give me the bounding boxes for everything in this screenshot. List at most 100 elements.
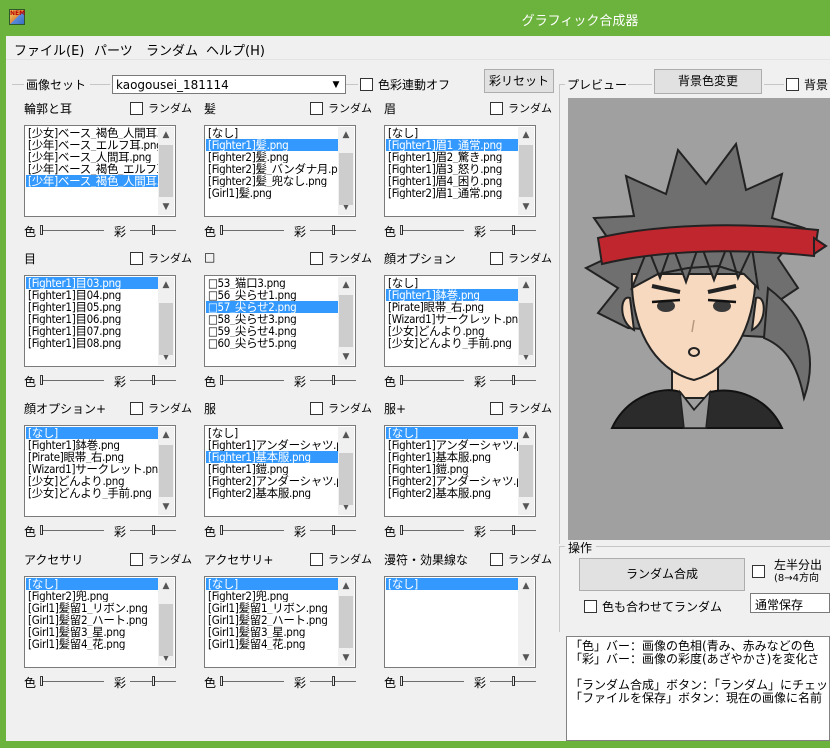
imageset-combo[interactable]: kaogousei_181114 ▼ xyxy=(112,75,346,94)
list-item[interactable]: □53_猫口3.png xyxy=(206,277,338,289)
random-checkbox[interactable] xyxy=(130,252,143,265)
color-slider-track[interactable] xyxy=(220,681,284,682)
color-slider-knob[interactable] xyxy=(40,225,43,235)
list-item[interactable]: [Fighter1]目04.png xyxy=(26,289,158,301)
color-slider-track[interactable] xyxy=(400,380,464,381)
list-item[interactable]: [Fighter1]基本服.png xyxy=(386,451,518,463)
part-listbox[interactable]: [なし] [Fighter1]眉1_通常.png [Fighter1]眉2_驚き.p… xyxy=(384,125,536,217)
color-slider-track[interactable] xyxy=(40,681,104,682)
scrollbar[interactable]: ▲ ▼ xyxy=(158,127,174,215)
part-listbox[interactable]: [なし] [Fighter2]兜.png [Girl1]髪留1_リボン.png [Gi… xyxy=(204,576,356,668)
random-compose-button[interactable]: ランダム合成 xyxy=(579,558,745,591)
menu-help[interactable]: ヘルプ(H) xyxy=(206,40,265,59)
scrollbar[interactable]: ▲ ▼ xyxy=(518,277,534,365)
chevron-up-icon[interactable]: ▲ xyxy=(158,427,174,443)
list-item[interactable]: [Girl1]髪留4_花.png xyxy=(26,638,158,650)
list-item[interactable]: [Fighter2]髪.png xyxy=(206,151,338,163)
chevron-up-icon[interactable]: ▲ xyxy=(518,127,534,143)
color-slider-knob[interactable] xyxy=(220,525,223,535)
list-item[interactable]: [Pirate]眼帯_右.png xyxy=(386,301,518,313)
list-item[interactable]: [Fighter2]兜.png xyxy=(206,590,338,602)
scrollbar[interactable]: ▲ ▼ xyxy=(338,127,354,215)
list-item[interactable]: [Fighter1]眉3_怒り.png xyxy=(386,163,518,175)
chevron-up-icon[interactable]: ▲ xyxy=(338,427,354,443)
saturation-slider-knob[interactable] xyxy=(512,525,515,535)
chevron-up-icon[interactable]: ▲ xyxy=(158,127,174,143)
chevron-down-icon[interactable]: ▼ xyxy=(518,650,534,666)
list-item[interactable]: [なし] xyxy=(206,578,338,590)
random-checkbox[interactable] xyxy=(490,402,503,415)
chevron-down-icon[interactable]: ▼ xyxy=(338,349,354,365)
list-item[interactable]: [Fighter2]基本服.png xyxy=(386,487,518,499)
menu-parts[interactable]: パーツ xyxy=(94,40,133,59)
color-slider-knob[interactable] xyxy=(400,375,403,385)
scrollbar-thumb[interactable] xyxy=(339,153,353,205)
color-slider-knob[interactable] xyxy=(400,676,403,686)
chevron-up-icon[interactable]: ▲ xyxy=(338,127,354,143)
list-item[interactable]: [少年]ベース_褐色_エルフ耳.png xyxy=(26,163,158,175)
scrollbar-thumb[interactable] xyxy=(519,445,533,497)
list-item[interactable]: [Fighter2]眉1_通常.png xyxy=(386,187,518,199)
list-item[interactable]: [なし] xyxy=(386,277,518,289)
scrollbar-thumb[interactable] xyxy=(159,604,173,656)
scrollbar[interactable]: ▲ ▼ xyxy=(518,127,534,215)
scrollbar-thumb[interactable] xyxy=(159,145,173,197)
part-listbox[interactable]: [なし] ▲ ▼ xyxy=(384,576,536,668)
list-item[interactable]: [なし] xyxy=(206,427,338,439)
random-checkbox[interactable] xyxy=(490,553,503,566)
color-slider-track[interactable] xyxy=(220,380,284,381)
list-item[interactable]: [少女]どんより_手前.png xyxy=(26,487,158,499)
list-item[interactable]: [少女]どんより.png xyxy=(26,475,158,487)
list-item[interactable]: [少年]ベース_褐色_人間耳.png xyxy=(26,175,158,187)
scrollbar[interactable]: ▲ ▼ xyxy=(338,427,354,515)
random-checkbox[interactable] xyxy=(490,102,503,115)
list-item[interactable]: [Fighter2]アンダーシャツ.png xyxy=(206,475,338,487)
list-item[interactable]: [Fighter1]髪.png xyxy=(206,139,338,151)
list-item[interactable]: [Wizard1]サークレット.png xyxy=(386,313,518,325)
list-item[interactable]: [Girl1]髪留2_ハート.png xyxy=(26,614,158,626)
list-item[interactable]: [なし] xyxy=(386,578,518,590)
list-item[interactable]: [少女]ベース_褐色_人間耳.png xyxy=(26,127,158,139)
menu-random[interactable]: ランダム xyxy=(146,40,198,59)
scrollbar-thumb[interactable] xyxy=(159,303,173,355)
list-item[interactable]: [Girl1]髪留2_ハート.png xyxy=(206,614,338,626)
part-listbox[interactable]: [Fighter1]目03.png [Fighter1]目04.png [Fight… xyxy=(24,275,176,367)
color-slider-track[interactable] xyxy=(220,530,284,531)
part-listbox[interactable]: [なし] [Fighter2]兜.png [Girl1]髪留1_リボン.png [Gi… xyxy=(24,576,176,668)
list-item[interactable]: □60_尖らせ5.png xyxy=(206,337,338,349)
list-item[interactable]: [Fighter2]基本服.png xyxy=(206,487,338,499)
scrollbar-thumb[interactable] xyxy=(159,445,173,497)
list-item[interactable]: [Girl1]髪留1_リボン.png xyxy=(26,602,158,614)
list-item[interactable]: □59_尖らせ4.png xyxy=(206,325,338,337)
chevron-up-icon[interactable]: ▲ xyxy=(518,277,534,293)
scrollbar[interactable]: ▲ ▼ xyxy=(158,277,174,365)
chevron-down-icon[interactable]: ▼ xyxy=(328,77,344,92)
color-slider-knob[interactable] xyxy=(400,525,403,535)
color-slider-track[interactable] xyxy=(40,530,104,531)
chevron-down-icon[interactable]: ▼ xyxy=(158,499,174,515)
color-random-checkbox[interactable] xyxy=(584,600,597,613)
scrollbar-thumb[interactable] xyxy=(339,295,353,347)
part-listbox[interactable]: □53_猫口3.png □56_尖らせ1.png □57_尖らせ2.png □58_尖… xyxy=(204,275,356,367)
list-item[interactable]: [Fighter2]アンダーシャツ.png xyxy=(386,475,518,487)
list-item[interactable]: [なし] xyxy=(386,427,518,439)
random-checkbox[interactable] xyxy=(310,102,323,115)
saturation-slider-knob[interactable] xyxy=(152,375,155,385)
list-item[interactable]: [Girl1]髪留3_星.png xyxy=(206,626,338,638)
bg-checkbox[interactable] xyxy=(786,78,799,91)
part-listbox[interactable]: [なし] [Fighter1]鉢巻.png [Pirate]眼帯_右.png [Wiz… xyxy=(24,425,176,517)
chevron-down-icon[interactable]: ▼ xyxy=(518,499,534,515)
chevron-down-icon[interactable]: ▼ xyxy=(518,199,534,215)
list-item[interactable]: □56_尖らせ1.png xyxy=(206,289,338,301)
list-item[interactable]: [Fighter1]基本服.png xyxy=(206,451,338,463)
chevron-up-icon[interactable]: ▲ xyxy=(518,578,534,594)
list-item[interactable]: □58_尖らせ3.png xyxy=(206,313,338,325)
list-item[interactable]: [Fighter1]鉢巻.png xyxy=(386,289,518,301)
list-item[interactable]: [Fighter1]目06.png xyxy=(26,313,158,325)
color-slider-track[interactable] xyxy=(220,230,284,231)
part-listbox[interactable]: [なし][Fighter1]アンダーシャツ.png[Fighter1]基本服.p… xyxy=(384,425,536,517)
list-item[interactable]: [なし] xyxy=(26,578,158,590)
list-item[interactable]: [なし] xyxy=(26,427,158,439)
list-item[interactable]: [Girl1]髪留3_星.png xyxy=(26,626,158,638)
part-listbox[interactable]: [少女]ベース_褐色_人間耳.png[少年]ベース_エルフ耳.png[少年]ベー… xyxy=(24,125,176,217)
